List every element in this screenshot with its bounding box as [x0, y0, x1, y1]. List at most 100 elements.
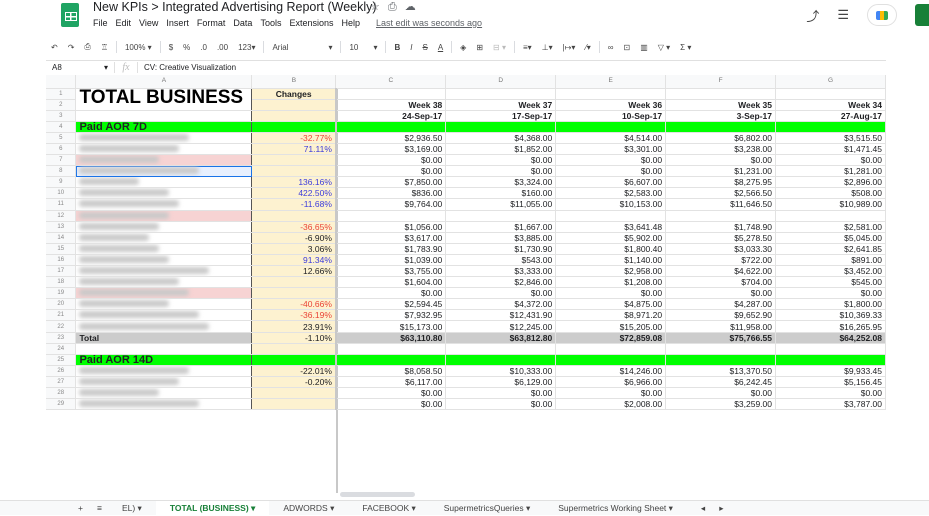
value-cell[interactable]: $7,932.95 — [335, 309, 447, 322]
row-label-cell[interactable] — [75, 320, 253, 333]
fill-color-icon[interactable]: ◈ — [455, 43, 471, 52]
percent-format-button[interactable]: % — [178, 43, 195, 52]
row-number[interactable]: 22 — [46, 320, 77, 333]
row-number[interactable]: 29 — [46, 398, 77, 411]
change-cell[interactable] — [251, 343, 337, 355]
value-cell[interactable]: $0.00 — [555, 154, 667, 167]
insert-comment-icon[interactable]: ⊡ — [619, 43, 636, 52]
cell[interactable] — [555, 354, 667, 366]
row-number[interactable]: 6 — [46, 143, 77, 156]
week-date[interactable]: 3-Sep-17 — [665, 110, 777, 122]
change-cell[interactable]: 71.11% — [251, 143, 337, 156]
zoom-select[interactable]: 100% ▾ — [120, 43, 157, 52]
value-cell[interactable]: $6,607.00 — [555, 176, 667, 189]
value-cell[interactable]: $1,056.00 — [335, 221, 447, 233]
horizontal-scrollbar[interactable] — [340, 492, 415, 497]
row-label-cell[interactable] — [75, 365, 253, 377]
value-cell[interactable]: $1,783.90 — [335, 243, 447, 255]
value-cell[interactable]: $2,936.50 — [335, 132, 447, 144]
menu-view[interactable]: View — [139, 18, 158, 28]
cell[interactable] — [445, 88, 557, 100]
row-label-cell[interactable]: Total — [75, 331, 253, 344]
functions-icon[interactable]: Σ ▾ — [675, 43, 696, 52]
value-cell[interactable]: $0.00 — [555, 387, 667, 400]
value-cell[interactable]: $3,755.00 — [335, 265, 447, 278]
value-cell[interactable]: $160.00 — [445, 187, 557, 200]
redo-icon[interactable]: ↷ — [63, 43, 80, 52]
value-cell[interactable]: $12,245.00 — [445, 320, 557, 333]
row-number[interactable]: 25 — [46, 354, 77, 366]
week-date[interactable]: 10-Sep-17 — [555, 110, 667, 122]
value-cell[interactable]: $0.00 — [775, 287, 886, 300]
value-cell[interactable]: $2,583.00 — [555, 187, 667, 200]
value-cell[interactable]: $13,370.50 — [665, 365, 777, 377]
text-rotation-icon[interactable]: ⁄▾ — [580, 43, 595, 52]
row-number[interactable]: 26 — [46, 365, 77, 377]
meet-button[interactable] — [867, 4, 897, 26]
undo-icon[interactable]: ↶ — [46, 43, 63, 52]
value-cell[interactable]: $6,117.00 — [335, 376, 447, 389]
week-label[interactable]: Week 36 — [555, 99, 667, 111]
change-cell[interactable] — [251, 276, 337, 289]
cell[interactable] — [665, 354, 777, 366]
share-button[interactable] — [915, 4, 929, 26]
column-header-f[interactable]: F — [665, 75, 777, 89]
row-number[interactable]: 27 — [46, 376, 77, 389]
value-cell[interactable]: $1,140.00 — [555, 254, 667, 267]
add-sheet-button[interactable]: + — [0, 501, 91, 516]
sheet-tab[interactable]: EL) ▾ — [108, 501, 156, 516]
row-number[interactable]: 3 — [46, 110, 77, 122]
value-cell[interactable]: $1,231.00 — [665, 165, 777, 178]
sheet-tab[interactable]: SupermetricsQueries ▾ — [430, 501, 544, 516]
column-header-g[interactable]: G — [775, 75, 886, 89]
row-label-cell[interactable] — [75, 198, 253, 211]
row-number[interactable]: 15 — [46, 243, 77, 255]
sheet-tab[interactable]: FACEBOOK ▾ — [348, 501, 429, 516]
row-number[interactable]: 18 — [46, 276, 77, 289]
cell[interactable] — [335, 121, 447, 133]
value-cell[interactable]: $2,594.45 — [335, 298, 447, 311]
week-label[interactable]: Week 38 — [335, 99, 447, 111]
menu-edit[interactable]: Edit — [116, 18, 132, 28]
week-date[interactable]: 24-Sep-17 — [335, 110, 447, 122]
value-cell[interactable]: $1,730.90 — [445, 243, 557, 255]
document-title[interactable]: New KPIs > Integrated Advertising Report… — [93, 0, 377, 14]
value-cell[interactable]: $3,515.50 — [775, 132, 886, 144]
value-cell[interactable] — [335, 210, 447, 222]
row-label-cell[interactable] — [75, 309, 253, 322]
changes-header[interactable]: Changes — [251, 88, 337, 100]
value-cell[interactable]: $3,333.00 — [445, 265, 557, 278]
value-cell[interactable]: $1,471.45 — [775, 143, 886, 156]
value-cell[interactable] — [555, 343, 667, 355]
value-cell[interactable]: $0.00 — [665, 154, 777, 167]
row-number[interactable]: 24 — [46, 343, 77, 355]
value-cell[interactable] — [775, 343, 886, 355]
row-number[interactable]: 23 — [46, 332, 77, 344]
value-cell[interactable]: $704.00 — [665, 276, 777, 289]
row-number[interactable]: 19 — [46, 287, 77, 300]
cell[interactable] — [555, 121, 667, 133]
scroll-tabs-left-icon[interactable]: ◂ — [687, 501, 719, 516]
bold-button[interactable]: B — [389, 43, 405, 52]
row-number[interactable]: 2 — [46, 99, 77, 111]
row-number[interactable]: 8 — [46, 165, 77, 178]
column-header-b[interactable]: B — [251, 75, 337, 89]
value-cell[interactable]: $10,989.00 — [775, 198, 886, 211]
value-cell[interactable] — [445, 343, 557, 355]
column-header-d[interactable]: D — [445, 75, 557, 89]
value-cell[interactable]: $2,566.50 — [665, 187, 777, 200]
value-cell[interactable]: $14,246.00 — [555, 365, 667, 377]
value-cell[interactable]: $8,058.50 — [335, 365, 447, 377]
row-number[interactable]: 11 — [46, 198, 77, 211]
change-cell[interactable] — [251, 165, 337, 178]
merge-cells-icon[interactable]: ⊟ ▾ — [488, 43, 511, 52]
column-header-c[interactable]: C — [335, 75, 447, 89]
last-edit-link[interactable]: Last edit was seconds ago — [376, 18, 482, 28]
week-label[interactable]: Week 35 — [665, 99, 777, 111]
value-cell[interactable]: $12,431.90 — [445, 309, 557, 322]
horizontal-align-icon[interactable]: ≡▾ — [518, 43, 537, 52]
row-label-cell[interactable] — [75, 221, 253, 233]
value-cell[interactable]: $0.00 — [445, 398, 557, 411]
strikethrough-button[interactable]: S — [417, 43, 432, 52]
cell[interactable] — [665, 121, 777, 133]
